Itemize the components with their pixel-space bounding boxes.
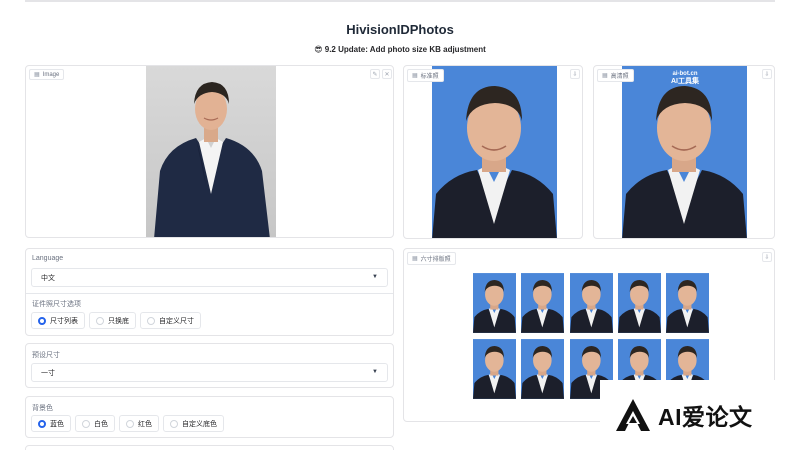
radio-dot-icon <box>147 316 155 325</box>
radio-dot-icon <box>38 316 46 325</box>
language-label: Language <box>32 255 64 262</box>
image-icon: ▦ <box>412 73 418 79</box>
background-color-option[interactable]: 红色 <box>119 415 159 432</box>
preset-size-select[interactable]: 一寸 ▼ <box>31 363 388 382</box>
standard-photo-label: 标准照 <box>420 74 439 80</box>
hd-watermark-name: AI工具集 <box>671 78 699 85</box>
background-color-option[interactable]: 自定义底色 <box>163 415 224 432</box>
download-icon[interactable]: ⇩ <box>570 69 580 79</box>
hd-photo-watermark: ai-bot.cn AI工具集 <box>650 70 720 86</box>
preset-size-value: 一寸 <box>41 369 55 377</box>
preset-size-panel: 预设尺寸 一寸 ▼ <box>25 343 394 388</box>
chevron-down-icon: ▼ <box>372 369 378 375</box>
input-image-label-tag: ▦ Image <box>29 69 65 80</box>
layout-photo-thumb <box>617 273 661 333</box>
background-color-option-label: 蓝色 <box>50 420 64 428</box>
size-mode-option[interactable]: 只换底 <box>89 312 136 329</box>
hd-photo-label-tag: ▦ 高清照 <box>597 69 634 82</box>
preset-size-label: 预设尺寸 <box>32 352 60 359</box>
hd-photo-panel[interactable]: ▦ 高清照 ⇩ ai-bot.cn AI工具集 <box>593 65 775 239</box>
radio-dot-icon <box>96 316 104 325</box>
language-select[interactable]: 中文 ▼ <box>31 268 388 287</box>
hd-watermark-url: ai-bot.cn <box>672 71 698 77</box>
language-value: 中文 <box>41 274 55 282</box>
size-mode-option-label: 尺寸列表 <box>50 317 78 325</box>
size-mode-option-label: 自定义尺寸 <box>159 317 194 325</box>
layout-photo-thumb <box>473 273 516 333</box>
image-icon: ▦ <box>34 72 40 78</box>
chevron-down-icon: ▼ <box>372 274 378 280</box>
standard-photo-label-tag: ▦ 标准照 <box>407 69 444 82</box>
watermark-text: AI爱论文 <box>658 404 753 430</box>
layout-photo-thumb <box>473 339 516 399</box>
image-icon: ▦ <box>412 256 418 262</box>
background-color-label: 背景色 <box>32 405 53 412</box>
radio-dot-icon <box>170 419 178 428</box>
section-divider <box>26 293 393 294</box>
hd-photo <box>622 66 747 238</box>
size-mode-option[interactable]: 尺寸列表 <box>31 312 85 329</box>
hd-photo-label: 高清照 <box>610 74 629 80</box>
background-color-option-label: 红色 <box>138 420 152 428</box>
size-mode-option[interactable]: 自定义尺寸 <box>140 312 201 329</box>
size-mode-option-label: 只换底 <box>108 317 129 325</box>
standard-photo <box>432 66 557 238</box>
background-color-option-label: 白色 <box>94 420 108 428</box>
layout-photo-thumb <box>521 339 565 399</box>
input-image-panel[interactable]: ▦ Image ✎ ✕ <box>25 65 394 238</box>
standard-photo-panel[interactable]: ▦ 标准照 ⇩ <box>403 65 583 239</box>
background-color-option-label: 自定义底色 <box>182 420 217 428</box>
size-mode-radio-group: 尺寸列表 只换底 自定义尺寸 <box>31 312 201 329</box>
image-icon: ▦ <box>602 73 608 79</box>
background-color-panel: 背景色 蓝色 白色 红色 自定义底色 <box>25 396 394 438</box>
update-notice: 😎 9.2 Update: Add photo size KB adjustme… <box>314 45 486 54</box>
top-border <box>25 0 775 2</box>
download-icon[interactable]: ⇩ <box>762 69 772 79</box>
input-image-label: Image <box>42 71 60 78</box>
layout-photo-label: 六寸排版照 <box>420 257 451 263</box>
input-portrait-photo <box>146 66 276 237</box>
layout-photo-label-tag: ▦ 六寸排版照 <box>407 252 456 265</box>
site-watermark: AI爱论文 <box>600 380 800 450</box>
radio-dot-icon <box>82 419 90 428</box>
next-panel-edge <box>25 445 394 450</box>
app-title: HivisionIDPhotos <box>346 22 454 37</box>
background-color-option[interactable]: 蓝色 <box>31 415 71 432</box>
language-panel: Language 中文 ▼ 证件照尺寸选项 尺寸列表 只换底 自定义尺寸 <box>25 248 394 336</box>
background-color-option[interactable]: 白色 <box>75 415 115 432</box>
download-icon[interactable]: ⇩ <box>762 252 772 262</box>
background-color-radio-group: 蓝色 白色 红色 自定义底色 <box>31 415 224 432</box>
ai-logo-icon <box>616 399 650 431</box>
radio-dot-icon <box>126 419 134 428</box>
edit-icon[interactable]: ✎ <box>370 69 380 79</box>
radio-dot-icon <box>38 419 46 428</box>
layout-photo-thumb <box>569 273 613 333</box>
layout-photo-thumb <box>521 273 565 333</box>
size-mode-label: 证件照尺寸选项 <box>32 301 81 308</box>
close-icon[interactable]: ✕ <box>382 69 392 79</box>
layout-photo-thumb <box>666 273 710 333</box>
